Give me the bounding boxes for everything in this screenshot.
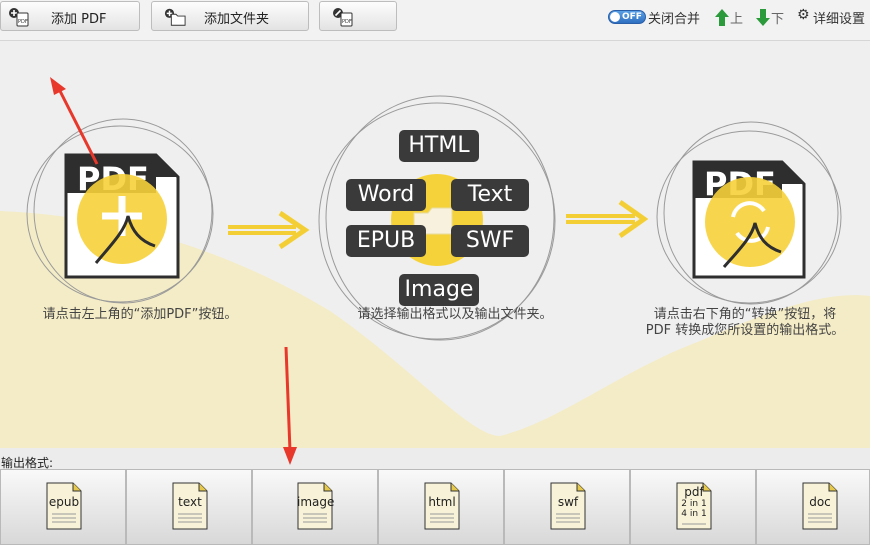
format-tag-text: Text: [451, 179, 529, 211]
move-up-label: 上: [730, 12, 744, 27]
image-file-icon: image: [297, 482, 335, 530]
format-tag-swf: SWF: [451, 225, 529, 257]
gear-icon: ⚙: [797, 7, 810, 23]
add-pdf-button[interactable]: PDF 添加 PDF: [0, 1, 140, 31]
red-arrow-up: [50, 77, 99, 165]
arrow-down-icon: [756, 9, 770, 26]
text-label: text: [178, 495, 202, 509]
format-tag-html: HTML: [399, 130, 479, 162]
toolbar: PDF 添加 PDF 添加文件夹 PDF OFF 关闭合并 上 下 ⚙ 详细设置: [0, 0, 870, 41]
add-pdf-icon: PDF: [9, 8, 29, 27]
step3-line2: PDF 转换成您所设置的输出格式。: [645, 323, 845, 338]
add-folder-button[interactable]: 添加文件夹: [151, 1, 309, 31]
swf-file-icon: swf: [550, 482, 586, 530]
merge-label: 关闭合并: [648, 12, 701, 27]
pdf-label: pdf: [684, 485, 704, 499]
toggle-knob: [610, 12, 620, 22]
pdf-convert-icon: PDF: [692, 160, 806, 279]
pdf-sub-4in1: 4 in 1: [681, 509, 707, 519]
format-html-button[interactable]: html: [378, 469, 504, 545]
svg-text:PDF: PDF: [18, 19, 28, 25]
toggle-state: OFF: [622, 12, 642, 22]
add-folder-icon: [164, 8, 186, 26]
remove-pdf-icon: PDF: [333, 8, 353, 27]
format-doc-button[interactable]: doc: [756, 469, 870, 545]
image-label: image: [297, 495, 335, 509]
svg-text:PDF: PDF: [342, 19, 352, 25]
settings-label: 详细设置: [813, 12, 866, 27]
format-pdf-button[interactable]: pdf 2 in 1 4 in 1: [630, 469, 756, 545]
step1-instruction: 请点击左上角的“添加PDF”按钮。: [42, 307, 238, 322]
right-tools: OFF 关闭合并 上 下 ⚙ 详细设置: [608, 7, 870, 28]
remove-pdf-button[interactable]: PDF: [319, 1, 397, 31]
format-tag-epub: EPUB: [346, 225, 426, 257]
epub-label: epub: [48, 495, 80, 509]
arrow-up-icon: [715, 9, 729, 26]
add-pdf-label: 添加 PDF: [51, 12, 107, 27]
format-tag-image: Image: [399, 274, 479, 306]
html-label: html: [428, 495, 456, 509]
add-folder-label: 添加文件夹: [204, 12, 270, 27]
arrow-right-2: [566, 199, 649, 239]
toggle-switch[interactable]: OFF: [608, 10, 646, 24]
pdf-sub-2in1: 2 in 1: [681, 499, 707, 509]
guide-illustration: PDF PDF: [0, 77, 870, 448]
html-file-icon: html: [424, 482, 460, 530]
guide-area: PDF PDF: [0, 41, 870, 448]
swf-label: swf: [557, 495, 579, 509]
arrow-right-1: [228, 210, 310, 250]
format-swf-button[interactable]: swf: [504, 469, 630, 545]
pdf-file-icon: pdf 2 in 1 4 in 1: [676, 482, 712, 530]
step2-instruction: 请选择输出格式以及输出文件夹。: [357, 307, 553, 322]
format-epub-button[interactable]: epub: [0, 469, 126, 545]
format-tag-word: Word: [346, 179, 426, 211]
output-format-bar: epub text image html swf pdf 2 in 1 4 in…: [0, 469, 870, 545]
red-arrow-head-down: [283, 447, 297, 465]
pdf-add-icon: PDF: [64, 153, 180, 279]
doc-file-icon: doc: [802, 482, 838, 530]
format-text-button[interactable]: text: [126, 469, 252, 545]
step3-instruction: 请点击右下角的“转换”按钮，将 PDF 转换成您所设置的输出格式。: [620, 307, 870, 339]
text-file-icon: text: [172, 482, 208, 530]
doc-label: doc: [809, 495, 831, 509]
step3-line1: 请点击右下角的“转换”按钮，将: [653, 307, 837, 322]
move-down-label: 下: [771, 12, 785, 27]
format-image-button[interactable]: image: [252, 469, 378, 545]
epub-file-icon: epub: [46, 482, 82, 530]
